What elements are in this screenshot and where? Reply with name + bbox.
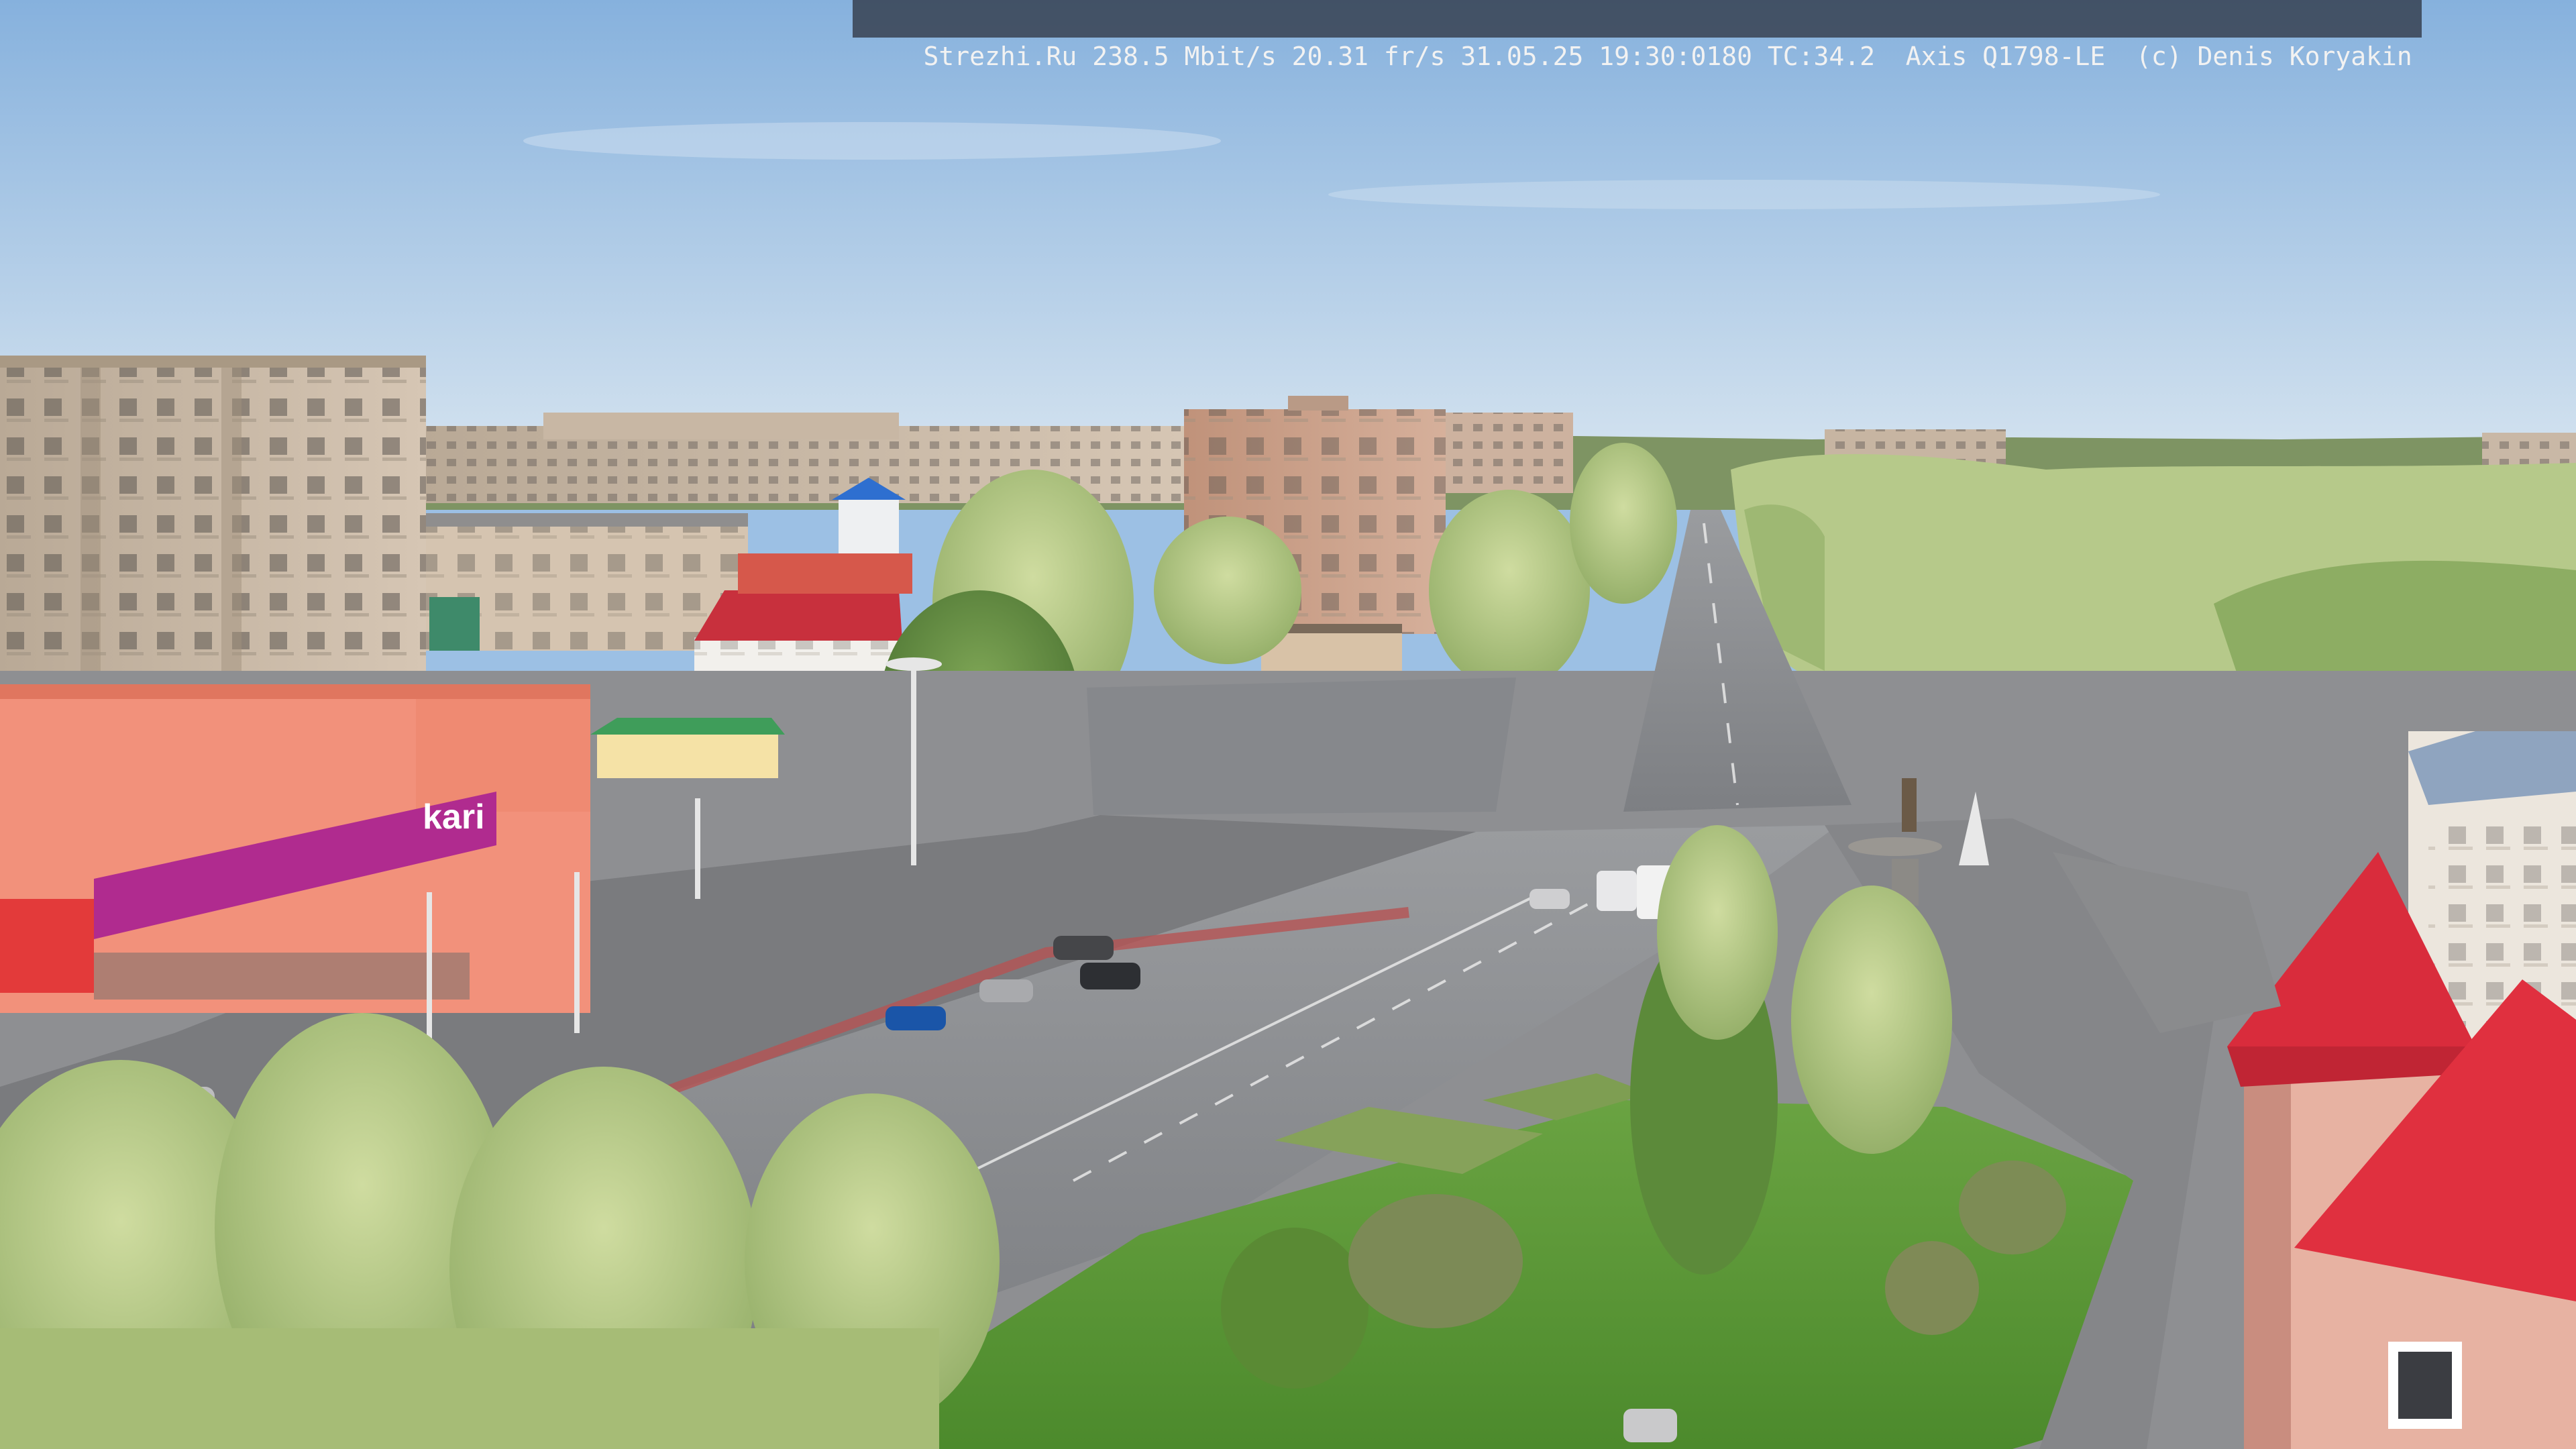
central-plaza bbox=[1087, 678, 1516, 815]
framerate-readout: 20.31 fr/s bbox=[1291, 42, 1446, 71]
faint-cloud bbox=[523, 122, 1221, 160]
temperature-readout: TC:34.2 bbox=[1767, 42, 1876, 71]
copyright-credit: (c) Denis Koryakin bbox=[2135, 42, 2412, 71]
webcam-frame: kari Strezhi.Ru 238.5 Mbit/s 20.31 fr/s … bbox=[0, 0, 2576, 1449]
kari-store-building: kari bbox=[0, 684, 590, 1013]
bitrate-readout: 238.5 Mbit/s bbox=[1092, 42, 1277, 71]
small-shop bbox=[590, 718, 785, 778]
city-square-scene: kari bbox=[0, 0, 2576, 1449]
site-name: Strezhi.Ru bbox=[923, 42, 1077, 71]
timestamp: 31.05.25 19:30:0180 bbox=[1460, 42, 1752, 71]
mid-left-apartments bbox=[426, 513, 748, 651]
kari-store-logo: kari bbox=[423, 798, 485, 837]
lamp-top bbox=[885, 657, 942, 671]
camera-model: Axis Q1798-LE bbox=[1905, 42, 2106, 71]
faint-cloud bbox=[1328, 180, 2160, 209]
camera-info-overlay: Strezhi.Ru 238.5 Mbit/s 20.31 fr/s 31.05… bbox=[853, 0, 2422, 71]
